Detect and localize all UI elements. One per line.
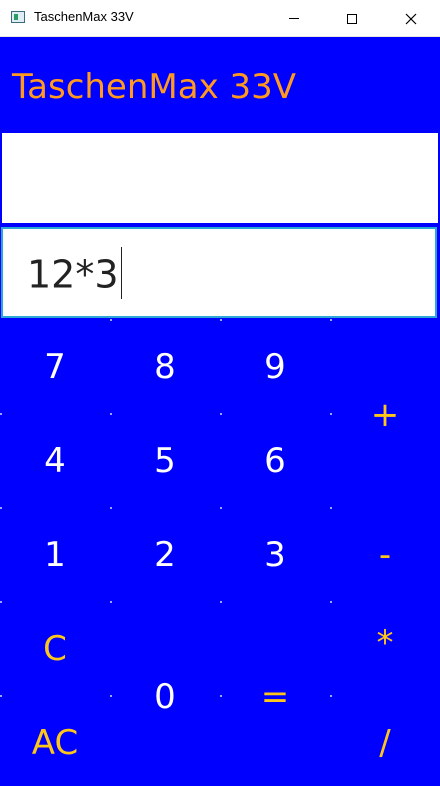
app-window: TaschenMax 33V TaschenMax 33V 12*3 7 8 9… bbox=[0, 0, 440, 786]
key-1[interactable]: 1 bbox=[0, 508, 110, 602]
key-equals[interactable]: = bbox=[220, 650, 330, 744]
app-icon bbox=[11, 11, 25, 23]
expression-input[interactable]: 12*3 bbox=[1, 227, 437, 318]
window-title: TaschenMax 33V bbox=[34, 9, 134, 24]
grid-dot bbox=[330, 319, 332, 321]
key-9[interactable]: 9 bbox=[220, 320, 330, 414]
close-button[interactable] bbox=[382, 0, 440, 37]
maximize-icon bbox=[347, 13, 357, 24]
close-icon bbox=[405, 13, 417, 24]
key-3[interactable]: 3 bbox=[220, 508, 330, 602]
key-8[interactable]: 8 bbox=[110, 320, 220, 414]
key-5[interactable]: 5 bbox=[110, 414, 220, 508]
key-4[interactable]: 4 bbox=[0, 414, 110, 508]
maximize-button[interactable] bbox=[323, 0, 381, 37]
minimize-button[interactable] bbox=[265, 0, 323, 37]
app-header: TaschenMax 33V bbox=[0, 37, 440, 132]
key-2[interactable]: 2 bbox=[110, 508, 220, 602]
key-all-clear[interactable]: AC bbox=[0, 696, 110, 786]
minimize-icon bbox=[289, 18, 299, 19]
text-caret bbox=[120, 247, 122, 299]
key-divide[interactable]: / bbox=[330, 696, 440, 786]
key-clear[interactable]: C bbox=[0, 602, 110, 696]
key-plus[interactable]: + bbox=[330, 368, 440, 462]
key-7[interactable]: 7 bbox=[0, 320, 110, 414]
keypad: 7 8 9 + 4 5 6 1 2 3 - C * 0 = AC / bbox=[0, 319, 440, 786]
key-6[interactable]: 6 bbox=[220, 414, 330, 508]
app-title: TaschenMax 33V bbox=[12, 67, 297, 107]
key-multiply[interactable]: * bbox=[330, 596, 440, 690]
title-bar: TaschenMax 33V bbox=[0, 0, 440, 37]
expression-text: 12*3 bbox=[27, 247, 122, 303]
key-minus[interactable]: - bbox=[330, 508, 440, 602]
result-display bbox=[2, 133, 438, 223]
expression-value: 12*3 bbox=[27, 252, 119, 297]
key-0[interactable]: 0 bbox=[110, 650, 220, 744]
